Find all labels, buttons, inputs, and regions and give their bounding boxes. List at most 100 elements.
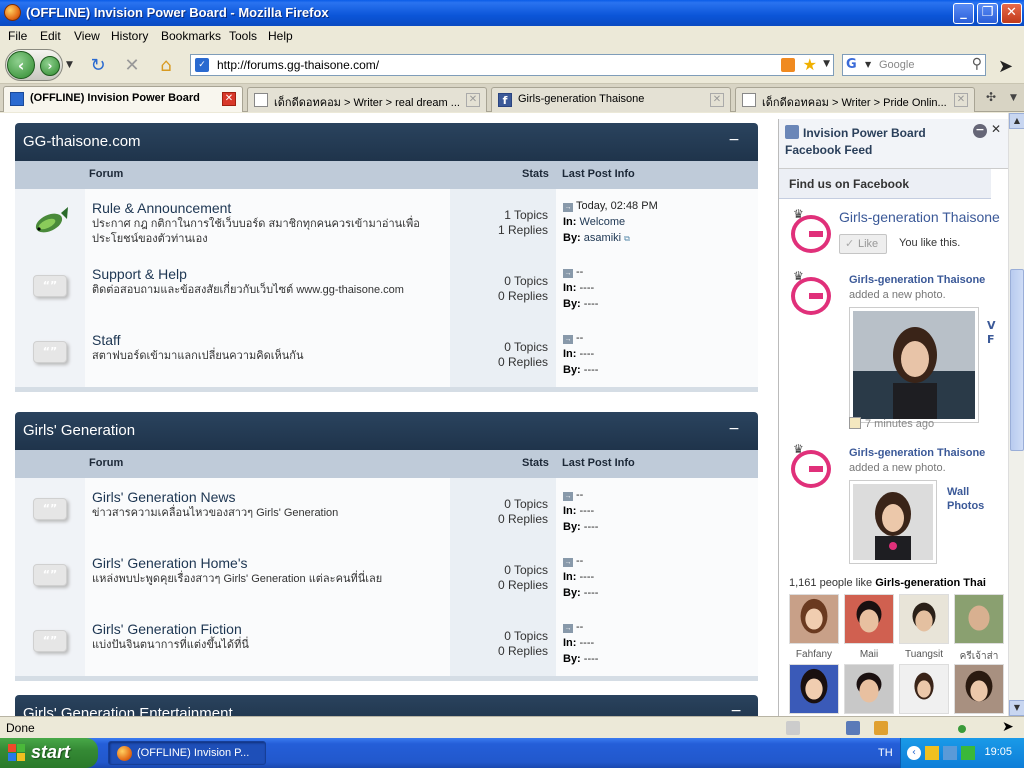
stop-icon[interactable]: ✕ <box>122 56 142 76</box>
goto-last-post-icon[interactable]: → <box>563 558 573 567</box>
start-button[interactable]: start <box>0 738 98 768</box>
post-avatar-icon[interactable]: ♛ <box>789 269 837 317</box>
menu-view[interactable]: View <box>74 29 100 43</box>
menu-edit[interactable]: Edit <box>40 29 61 43</box>
post-photo[interactable] <box>849 480 937 564</box>
menu-bookmarks[interactable]: Bookmarks <box>161 29 221 43</box>
menu-bar: File Edit View History Bookmarks Tools H… <box>0 26 1024 46</box>
tab-close-icon[interactable]: ✕ <box>222 92 236 106</box>
vertical-scrollbar[interactable]: ▲ ▼ <box>1008 113 1024 716</box>
fan-item[interactable] <box>954 664 1004 716</box>
url-dropdown-icon[interactable]: ▼ <box>823 59 830 69</box>
menu-tools[interactable]: Tools <box>229 29 257 43</box>
replies-count: 0 Replies <box>497 355 548 369</box>
minimize-button[interactable]: _ <box>953 3 974 24</box>
menu-history[interactable]: History <box>111 29 148 43</box>
tray-expand-icon[interactable]: ‹ <box>907 746 921 760</box>
fan-item[interactable]: Maii <box>844 594 894 660</box>
fan-item[interactable]: ครีเจ้าส่า <box>954 594 1004 664</box>
tab-facebook-page[interactable]: f Girls-generation Thaisone ✕ <box>491 87 731 112</box>
taskbar-firefox-item[interactable]: (OFFLINE) Invision P... <box>108 741 266 765</box>
post-avatar-icon[interactable]: ♛ <box>789 442 837 490</box>
fan-item[interactable] <box>789 664 839 716</box>
minimize-panel-icon[interactable]: − <box>973 124 987 138</box>
tab-close-icon[interactable]: ✕ <box>710 93 724 107</box>
category-title[interactable]: GG-thaisone.com <box>23 133 141 150</box>
goto-last-post-icon[interactable]: → <box>563 269 573 278</box>
forum-link[interactable]: Rule & Announcement <box>92 200 231 216</box>
tab-dek-d-pride-online[interactable]: เด็กดีดอทคอม > Writer > Pride Onlin... ✕ <box>735 87 975 112</box>
search-icon[interactable]: ⚲ <box>972 56 982 72</box>
goto-last-post-icon[interactable]: → <box>563 335 573 344</box>
search-box[interactable]: G ▼ Google ⚲ <box>842 54 986 76</box>
engine-dropdown-icon[interactable]: ▼ <box>865 60 871 69</box>
tab-dek-d-real-dream[interactable]: เด็กดีดอทคอม > Writer > real dream ... ✕ <box>247 87 487 112</box>
close-button[interactable]: ✕ <box>1001 3 1022 24</box>
post-author-link[interactable]: Girls-generation Thaisone <box>849 447 985 459</box>
new-tab-icon[interactable]: ✣ <box>986 90 996 104</box>
forum-link[interactable]: Girls' Generation News <box>92 489 236 505</box>
back-button[interactable]: ‹ <box>7 51 35 79</box>
network-icon[interactable] <box>846 721 860 735</box>
collapse-icon[interactable]: − <box>726 133 742 149</box>
reload-icon[interactable]: ↻ <box>88 56 108 76</box>
collapse-icon[interactable]: − <box>726 422 742 438</box>
fan-item[interactable]: Tuangsit <box>899 594 949 660</box>
language-indicator[interactable]: TH <box>878 747 893 759</box>
forward-button[interactable]: › <box>40 56 60 76</box>
home-icon[interactable]: ⌂ <box>156 56 176 76</box>
find-us-header: Find us on Facebook <box>779 169 991 199</box>
category-title[interactable]: Girls' Generation <box>23 422 135 439</box>
google-engine-icon[interactable]: G <box>846 57 862 73</box>
collapse-icon[interactable]: − <box>730 703 742 716</box>
last-post-author[interactable]: asamiki <box>584 232 621 244</box>
fan-item[interactable] <box>844 664 894 716</box>
fan-item[interactable] <box>899 664 949 716</box>
category-footer <box>15 387 758 392</box>
close-panel-icon[interactable]: ✕ <box>991 122 1001 136</box>
cursor-tool-icon[interactable]: ➤ <box>998 56 1013 77</box>
tab-invision-board[interactable]: (OFFLINE) Invision Power Board ✕ <box>3 86 243 112</box>
fan-item[interactable]: Fahfany <box>789 594 839 660</box>
scroll-down-icon[interactable]: ▼ <box>1009 700 1024 716</box>
forum-link[interactable]: Girls' Generation Fiction <box>92 621 242 637</box>
scroll-thumb[interactable] <box>1010 269 1024 451</box>
addon-icon[interactable] <box>786 721 800 735</box>
rss-status-icon[interactable] <box>874 721 888 735</box>
last-post-topic[interactable]: Welcome <box>580 216 626 228</box>
goto-last-post-icon[interactable]: → <box>563 492 573 501</box>
security-tray-icon[interactable] <box>961 746 975 760</box>
column-last-post: Last Post Info <box>562 457 635 469</box>
network-tray-icon[interactable] <box>943 746 957 760</box>
page-logo-icon[interactable]: ♛ <box>789 207 837 255</box>
tab-close-icon[interactable]: ✕ <box>954 93 968 107</box>
goto-last-post-icon[interactable]: → <box>563 624 573 633</box>
tab-close-icon[interactable]: ✕ <box>466 93 480 107</box>
photo-side-link[interactable]: V F <box>987 319 997 347</box>
menu-help[interactable]: Help <box>268 29 293 43</box>
rss-feed-icon[interactable] <box>781 58 795 72</box>
page-name-link[interactable]: Girls-generation Thaisone <box>839 209 1000 225</box>
last-post-date: -- <box>576 489 584 501</box>
url-text[interactable]: http://forums.gg-thaisone.com/ <box>217 58 379 72</box>
tab-list-dropdown-icon[interactable]: ▼ <box>1010 93 1017 103</box>
category-title[interactable]: Girls' Generation Entertainment <box>23 705 233 716</box>
goto-last-post-icon[interactable]: → <box>563 203 573 212</box>
forum-link[interactable]: Girls' Generation Home's <box>92 555 248 571</box>
forum-link[interactable]: Support & Help <box>92 266 187 282</box>
menu-file[interactable]: File <box>8 29 27 43</box>
like-button[interactable]: ✓ Like <box>839 234 887 254</box>
bookmark-star-icon[interactable]: ★ <box>803 55 817 74</box>
profile-popup-icon[interactable]: ⧉ <box>624 234 630 243</box>
messenger-icon[interactable] <box>925 746 939 760</box>
history-dropdown-icon[interactable]: ▼ <box>66 60 73 70</box>
post-photo[interactable] <box>849 307 979 423</box>
fans-page-name[interactable]: Girls-generation Thai <box>875 577 986 589</box>
post-author-link[interactable]: Girls-generation Thaisone <box>849 274 985 286</box>
search-input[interactable]: Google <box>879 59 914 71</box>
scroll-up-icon[interactable]: ▲ <box>1009 113 1024 129</box>
wall-photos-link[interactable]: Wall Photos <box>947 485 993 513</box>
forum-link[interactable]: Staff <box>92 332 121 348</box>
maximize-button[interactable]: ❐ <box>977 3 998 24</box>
url-bar[interactable]: ✓ http://forums.gg-thaisone.com/ ★ ▼ <box>190 54 834 76</box>
